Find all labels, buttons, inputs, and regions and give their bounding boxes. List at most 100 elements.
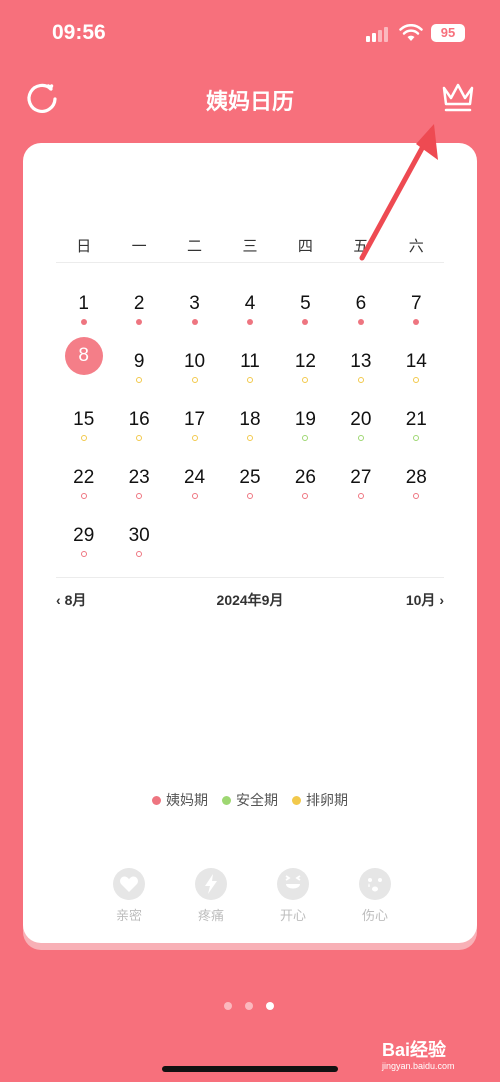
watermark: Bai经验 jingyan.baidu.com [382,1034,492,1076]
calendar-day[interactable]: 26 [278,453,333,511]
wifi-icon [399,24,423,41]
calendar-day[interactable]: 17 [167,395,222,453]
calendar-day[interactable]: 5 [278,279,333,337]
calendar-day[interactable]: 25 [222,453,277,511]
calendar-day[interactable]: 9 [111,337,166,395]
calendar-day[interactable]: 16 [111,395,166,453]
mood-intimate-button[interactable]: 亲密 [109,868,149,924]
day-number: 2 [133,293,145,314]
day-number: 25 [239,467,261,488]
calendar-day[interactable]: 23 [111,453,166,511]
weekday-label: 二 [187,238,203,255]
heart-icon [113,868,145,900]
next-month-label: 10月 [405,592,436,608]
day-number: 7 [410,293,422,314]
crown-icon[interactable] [440,80,476,114]
weekday-label: 三 [242,238,258,255]
calendar-day[interactable]: 27 [333,453,388,511]
calendar-day[interactable]: 22 [56,453,111,511]
calendar-day[interactable]: 1 [56,279,111,337]
calendar-grid: 1 2 3 4 5 6 7 8 9 10 11 12 13 14 15 16 17 18 19 20 21 22 23 24 2… [56,279,444,569]
period-hollow-dot-icon [246,493,253,499]
calendar-day[interactable]: 15 [56,395,111,453]
home-indicator[interactable] [162,1066,338,1072]
weekday-label: 一 [131,238,147,255]
day-number: 9 [133,351,145,372]
mood-pain-button[interactable]: 疼痛 [191,868,231,924]
ovulation-hollow-dot-icon [246,377,253,383]
calendar-card: 日 一 二 三 四 五 六 1 2 3 4 5 6 7 8 9 10 11 12 13 14 15 16 17 1… [23,143,477,943]
cellular-signal-icon [366,27,388,42]
day-number: 27 [350,467,372,488]
calendar-day[interactable]: 7 [389,279,444,337]
day-number: 19 [294,409,316,430]
ovulation-hollow-dot-icon [302,377,309,383]
period-dot-icon [152,795,161,805]
calendar-day[interactable]: 14 [389,337,444,395]
ovulation-dot-icon [292,795,301,805]
status-bar: 09:56 95 [0,0,500,66]
ovulation-hollow-dot-icon [136,435,143,441]
calendar-day[interactable]: 18 [222,395,277,453]
period-hollow-dot-icon [413,493,420,499]
safe-hollow-dot-icon [357,435,364,441]
mood-sad-button[interactable]: 伤心 [355,868,395,924]
watermark-url: jingyan.baidu.com [382,1061,455,1071]
next-month-button[interactable]: 10月 › [406,590,444,610]
watermark-brand: Bai经验 [382,1040,447,1060]
day-number: 30 [128,525,150,546]
day-number: 21 [405,409,427,430]
laughing-face-icon [277,868,309,900]
period-hollow-dot-icon [80,551,87,557]
page-dot[interactable] [245,1002,253,1010]
legend-label: 姨妈期 [166,792,208,808]
day-number: 18 [239,409,261,430]
weekday-label: 四 [297,238,313,255]
period-hollow-dot-icon [80,493,87,499]
calendar-day[interactable]: 2 [111,279,166,337]
calendar-day[interactable]: 3 [167,279,222,337]
page-dot[interactable] [224,1002,232,1010]
period-hollow-dot-icon [357,493,364,499]
mood-label: 开心 [279,908,306,923]
mood-bar: 亲密 疼痛 开心 伤心 [109,868,395,924]
header-bar: 姨妈日历 [0,70,500,126]
calendar-day-today[interactable]: 8 [56,337,111,395]
day-number: 13 [350,351,372,372]
ovulation-hollow-dot-icon [191,377,198,383]
day-number: 14 [405,351,427,372]
calendar-day[interactable]: 13 [333,337,388,395]
ovulation-hollow-dot-icon [191,435,198,441]
calendar-day[interactable]: 6 [333,279,388,337]
calendar-day[interactable]: 24 [167,453,222,511]
current-month-label: 2024年9月 [216,592,284,608]
period-filled-dot-icon [136,319,143,325]
mood-label: 伤心 [361,908,388,923]
weekday-label: 六 [408,238,424,255]
calendar-day[interactable]: 19 [278,395,333,453]
mood-label: 疼痛 [197,908,224,923]
calendar-day[interactable]: 29 [56,511,111,569]
day-number: 17 [183,409,206,430]
status-time: 09:56 [52,21,106,44]
ovulation-hollow-dot-icon [80,435,87,441]
mood-happy-button[interactable]: 开心 [273,868,313,924]
page-dot-active[interactable] [266,1002,274,1010]
calendar-day[interactable]: 20 [333,395,388,453]
calendar-day[interactable]: 11 [222,337,277,395]
period-hollow-dot-icon [302,493,309,499]
page-indicator [224,1002,274,1010]
period-hollow-dot-icon [136,551,143,557]
period-filled-dot-icon [357,319,364,325]
calendar-day[interactable]: 10 [167,337,222,395]
day-number: 10 [183,351,206,372]
day-number: 15 [73,409,95,430]
period-filled-dot-icon [80,319,87,325]
calendar-day[interactable]: 12 [278,337,333,395]
calendar-day[interactable]: 28 [389,453,444,511]
calendar-day[interactable]: 21 [389,395,444,453]
calendar-day[interactable]: 30 [111,511,166,569]
calendar-day[interactable]: 4 [222,279,277,337]
period-filled-dot-icon [246,319,253,325]
day-number: 26 [294,467,316,488]
